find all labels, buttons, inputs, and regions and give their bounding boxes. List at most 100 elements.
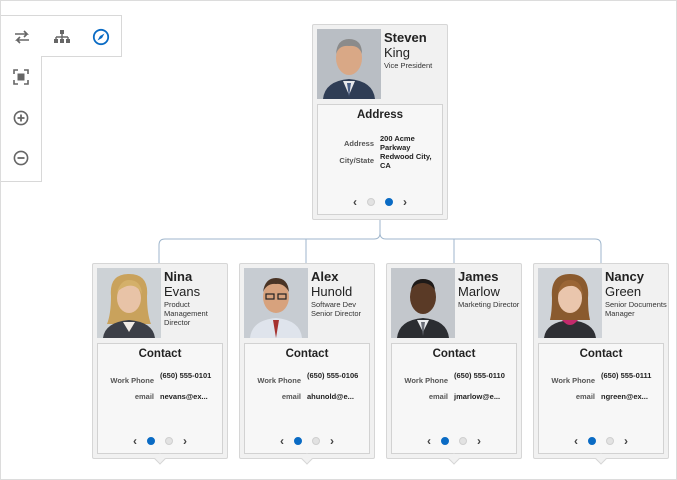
next-page-chevron-icon[interactable]: › [330, 435, 334, 447]
employee-photo [391, 268, 455, 338]
employee-last-name: King [384, 45, 411, 60]
employee-photo [244, 268, 308, 338]
next-page-chevron-icon[interactable]: › [403, 196, 407, 208]
field-value: ngreen@ex... [601, 392, 648, 401]
employee-node-james-marlow[interactable]: James Marlow Marketing Director Contact … [386, 263, 522, 465]
fit-to-screen-button[interactable] [6, 62, 36, 92]
field-value: ahunold@e... [307, 392, 354, 401]
expand-notch [154, 453, 166, 465]
contact-panel: Contact Work Phone (650) 555-0111 email … [538, 343, 664, 454]
field-value: (650) 555-0101 [160, 371, 212, 380]
page-indicator-1[interactable] [147, 437, 155, 445]
page-indicator-2[interactable] [606, 437, 614, 445]
employee-job-title: Software Dev Senior Director [311, 300, 362, 318]
employee-photo [97, 268, 161, 338]
next-page-chevron-icon[interactable]: › [183, 435, 187, 447]
contact-panel: Contact Work Phone (650) 555-0110 email … [391, 343, 517, 454]
previous-page-chevron-icon[interactable]: ‹ [353, 196, 357, 208]
hierarchy-icon [54, 30, 70, 43]
field-value: (650) 555-0111 [601, 371, 652, 380]
person-portrait-icon [391, 268, 455, 338]
panel-title: Contact [138, 348, 182, 360]
panel-pager: ‹ › [245, 435, 369, 447]
org-chart-canvas: Steven King Vice President Address Addre… [0, 0, 677, 480]
field-value: jmarlow@e... [454, 392, 501, 401]
page-indicator-1[interactable] [441, 437, 449, 445]
previous-page-chevron-icon[interactable]: ‹ [574, 435, 578, 447]
field-label: City/State [339, 156, 374, 165]
swap-layout-button[interactable] [7, 22, 37, 52]
page-indicator-2[interactable] [459, 437, 467, 445]
employee-job-title: Vice President [384, 61, 433, 70]
employee-node-nancy-green[interactable]: Nancy Green Senior Documents Manager Con… [533, 263, 669, 465]
page-indicator-2[interactable] [385, 198, 393, 206]
navigate-button[interactable] [86, 22, 116, 52]
panel-pager: ‹ › [392, 435, 516, 447]
field-label: Work Phone [257, 376, 301, 385]
employee-first-name: Nina [164, 269, 193, 284]
previous-page-chevron-icon[interactable]: ‹ [280, 435, 284, 447]
field-label: Work Phone [110, 376, 154, 385]
zoom-toolbar [1, 56, 42, 182]
page-indicator-2[interactable] [312, 437, 320, 445]
expand-notch [448, 453, 460, 465]
employee-job-title: Marketing Director [458, 300, 520, 309]
layout-toolbar [1, 15, 122, 57]
person-portrait-icon [538, 268, 602, 338]
employee-photo [317, 29, 381, 99]
employee-node-alex-hunold[interactable]: Alex Hunold Software Dev Senior Director… [239, 263, 375, 465]
employee-first-name: James [458, 269, 499, 284]
previous-page-chevron-icon[interactable]: ‹ [427, 435, 431, 447]
panel-pager: ‹ › [539, 435, 663, 447]
field-value: (650) 555-0110 [454, 371, 505, 380]
address-panel: Address Address 200 Acme Parkway City/St… [317, 104, 443, 215]
page-indicator-1[interactable] [588, 437, 596, 445]
employee-last-name: Marlow [458, 284, 500, 299]
fit-to-screen-icon [13, 69, 29, 85]
contact-panel: Contact Work Phone (650) 555-0106 email … [244, 343, 370, 454]
field-label: email [134, 392, 154, 401]
panel-pager: ‹ › [318, 196, 442, 208]
panel-title: Contact [432, 348, 476, 360]
previous-page-chevron-icon[interactable]: ‹ [133, 435, 137, 447]
panel-title: Address [356, 109, 404, 121]
page-indicator-1[interactable] [294, 437, 302, 445]
field-label: email [281, 392, 301, 401]
panel-title: Contact [579, 348, 623, 360]
field-value: nevans@ex... [160, 392, 208, 401]
contact-panel: Contact Work Phone (650) 555-0101 email … [97, 343, 223, 454]
zoom-in-button[interactable] [6, 103, 36, 133]
field-label: email [575, 392, 595, 401]
employee-first-name: Steven [384, 30, 427, 45]
zoom-in-icon [13, 110, 29, 126]
field-label: email [428, 392, 448, 401]
panel-pager: ‹ › [98, 435, 222, 447]
page-indicator-2[interactable] [165, 437, 173, 445]
expand-notch [301, 453, 313, 465]
field-value: Redwood City, CA [380, 152, 432, 170]
employee-job-title: Senior Documents Manager [605, 300, 667, 318]
employee-node-nina-evans[interactable]: Nina Evans Product Management Director C… [92, 263, 228, 465]
employee-last-name: Evans [164, 284, 201, 299]
person-portrait-icon [317, 29, 381, 99]
person-portrait-icon [244, 268, 308, 338]
employee-first-name: Alex [311, 269, 339, 284]
employee-job-title: Product Management Director [164, 300, 208, 327]
field-value: (650) 555-0106 [307, 371, 359, 380]
field-label: Work Phone [551, 376, 595, 385]
zoom-out-icon [13, 150, 29, 166]
next-page-chevron-icon[interactable]: › [477, 435, 481, 447]
zoom-out-button[interactable] [6, 143, 36, 173]
page-indicator-1[interactable] [367, 198, 375, 206]
field-label: Address [343, 139, 374, 148]
employee-last-name: Hunold [311, 284, 353, 299]
next-page-chevron-icon[interactable]: › [624, 435, 628, 447]
hierarchy-layout-button[interactable] [47, 22, 77, 52]
expand-notch [595, 453, 607, 465]
swap-layout-icon [15, 30, 29, 44]
employee-photo [538, 268, 602, 338]
field-value: 200 Acme Parkway [380, 134, 415, 152]
employee-node-steven-king[interactable]: Steven King Vice President Address Addre… [312, 24, 448, 220]
employee-first-name: Nancy [605, 269, 645, 284]
field-label: Work Phone [404, 376, 448, 385]
